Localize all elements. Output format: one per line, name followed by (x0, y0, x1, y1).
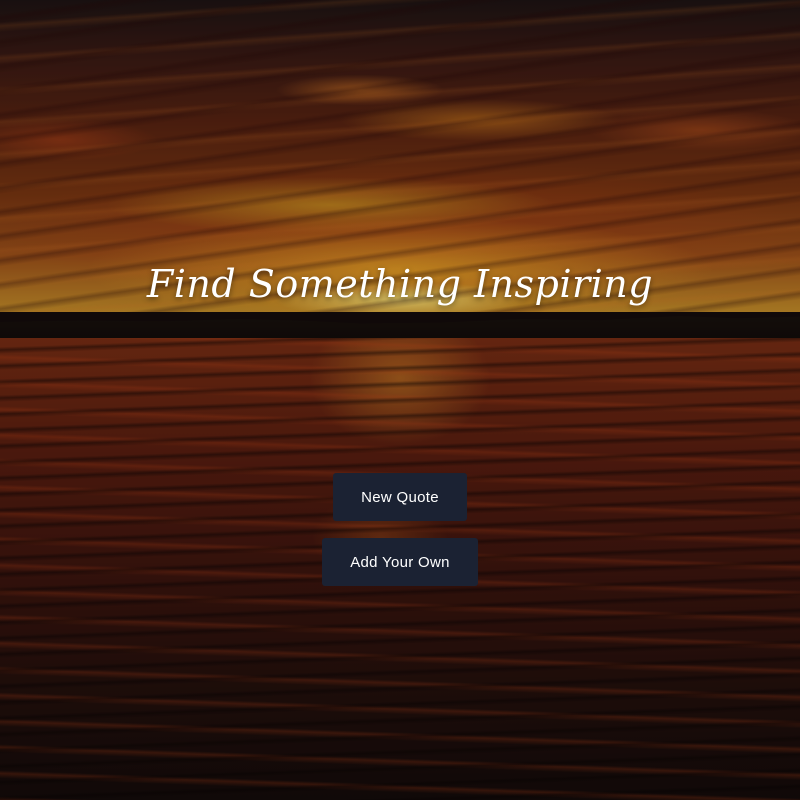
add-your-own-button[interactable]: Add Your Own (322, 538, 478, 586)
page-title: Find Something Inspiring (146, 262, 654, 306)
background-dim-overlay (0, 0, 800, 800)
quote-page: Find Something Inspiring New Quote Add Y… (0, 0, 800, 800)
new-quote-button[interactable]: New Quote (333, 473, 467, 521)
